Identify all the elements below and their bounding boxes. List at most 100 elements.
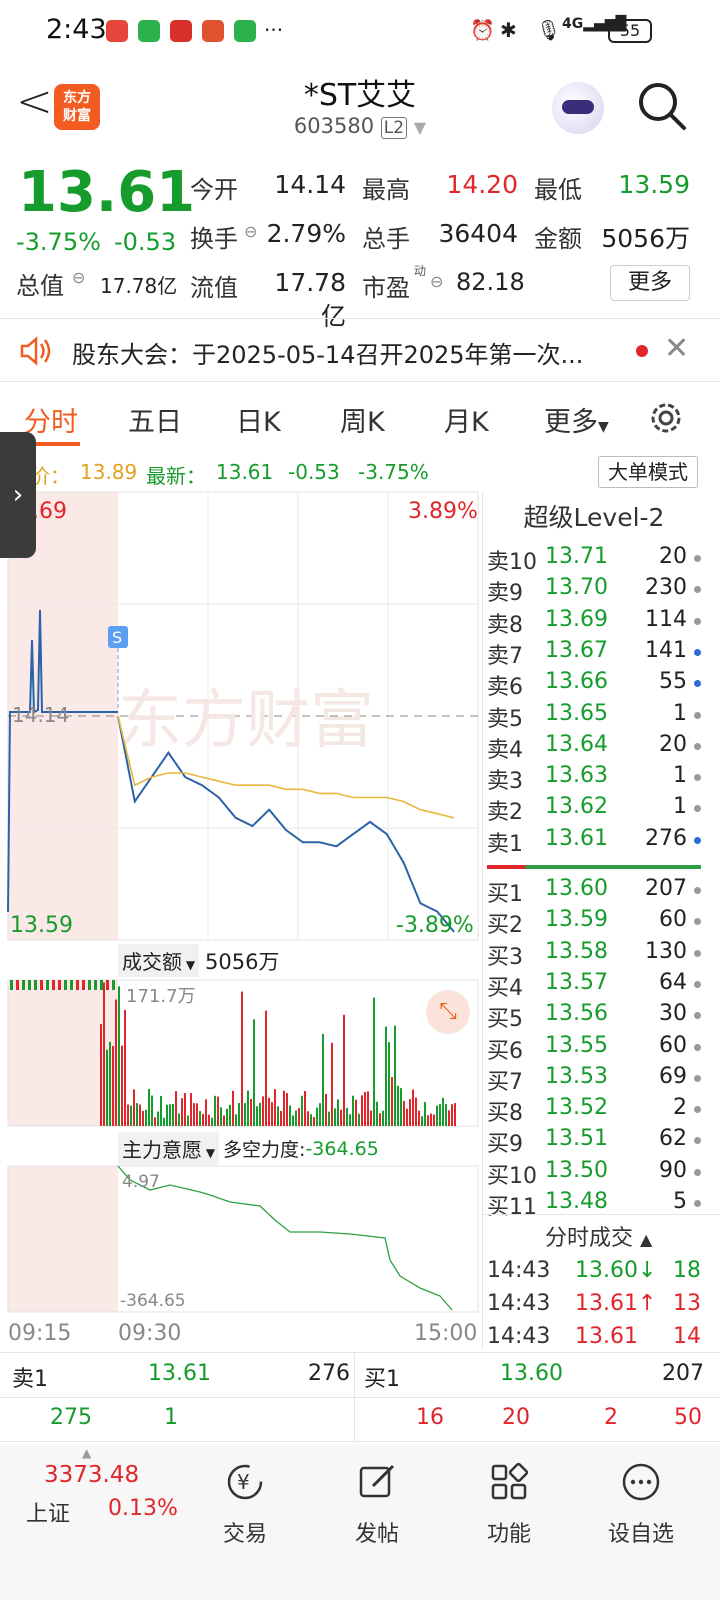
- robot-assistant-icon[interactable]: [552, 82, 604, 134]
- bid-row[interactable]: 买2 13.59 60: [483, 907, 705, 938]
- volume-bar: [199, 1111, 201, 1126]
- nav-post[interactable]: 发帖: [322, 1462, 432, 1548]
- volume-bar: [40, 980, 43, 990]
- bid-row[interactable]: 买3 13.58 130: [483, 939, 705, 970]
- current-price: 13.61: [18, 160, 196, 225]
- tab-more[interactable]: 更多▼: [544, 400, 609, 439]
- bid-row[interactable]: 买4 13.57 64: [483, 970, 705, 1001]
- tab-monthly-k[interactable]: 月K: [444, 400, 489, 439]
- bid-row[interactable]: 买1 13.60 207: [483, 876, 705, 907]
- volume-bar: [412, 1089, 414, 1126]
- volume-bar: [451, 1104, 453, 1126]
- order-volume: 20: [659, 731, 687, 757]
- bid-row[interactable]: 买8 13.52 2: [483, 1095, 705, 1126]
- ask-row[interactable]: 卖7 13.67 141: [483, 638, 705, 669]
- index-percent: 0.13%: [108, 1496, 178, 1521]
- order-level-label: 买2: [487, 913, 523, 939]
- best-bid-price: 13.60: [500, 1361, 563, 1386]
- bid-row[interactable]: 买11 13.48 5: [483, 1189, 705, 1220]
- ask-row[interactable]: 卖9 13.70 230: [483, 575, 705, 606]
- volume-bar: [232, 1090, 234, 1126]
- volume-bar: [121, 1045, 123, 1126]
- nav-label: 交易: [222, 1522, 267, 1547]
- volume-bar: [238, 1103, 240, 1126]
- bid-row[interactable]: 买7 13.53 69: [483, 1064, 705, 1095]
- info-icon[interactable]: ⊖: [72, 268, 85, 287]
- nav-functions[interactable]: 功能: [454, 1462, 564, 1548]
- order-price: 13.71: [545, 544, 608, 569]
- best-ask-label: 卖1: [12, 1367, 48, 1392]
- bid-row[interactable]: 买5 13.56 30: [483, 1001, 705, 1032]
- tab-five-day[interactable]: 五日: [128, 400, 182, 439]
- info-icon[interactable]: ⊖: [244, 222, 257, 241]
- bid-row[interactable]: 买10 13.50 90: [483, 1158, 705, 1189]
- volume-bar: [421, 1116, 423, 1126]
- ask-row[interactable]: 卖4 13.64 20: [483, 732, 705, 763]
- tab-weekly-k[interactable]: 周K: [340, 400, 385, 439]
- order-level-label: 卖6: [487, 675, 523, 701]
- ask-row[interactable]: 卖5 13.65 1: [483, 701, 705, 732]
- intraday-chart[interactable]: 东方财富 S .69 3.89% 14.14 13.59 -3.89% 171.…: [0, 490, 480, 1350]
- volume-bar: [349, 1114, 351, 1126]
- search-icon[interactable]: [636, 80, 688, 132]
- ask-row[interactable]: 卖2 13.62 1: [483, 794, 705, 825]
- info-icon[interactable]: ⊖: [430, 272, 443, 291]
- order-volume: 20: [659, 544, 687, 569]
- tab-daily-k[interactable]: 日K: [236, 400, 281, 439]
- pe-sup: 动: [414, 264, 427, 278]
- nav-trade[interactable]: ¥ 交易: [190, 1462, 300, 1548]
- axis-bottom-left: 13.59: [10, 913, 73, 938]
- volume-bar: [220, 1107, 222, 1126]
- big-order-mode-button[interactable]: 大单模式: [598, 456, 698, 488]
- order-dot-icon: [694, 617, 701, 625]
- more-button[interactable]: 更多: [610, 265, 690, 301]
- volume-bar: [418, 1110, 420, 1126]
- close-icon[interactable]: ✕: [664, 331, 689, 366]
- nav-add-watchlist[interactable]: 设自选: [586, 1462, 696, 1548]
- ask-row[interactable]: 卖1 13.61 276: [483, 826, 705, 857]
- volume-bar: [253, 1019, 255, 1126]
- volume-total: 5056万: [205, 949, 280, 974]
- ticks-title[interactable]: 分时成交 ▲: [545, 1220, 652, 1252]
- nav-label: 功能: [486, 1522, 531, 1547]
- index-ticker[interactable]: ▲ 3373.48 上证 0.13%: [0, 1444, 178, 1564]
- gear-icon[interactable]: [646, 398, 686, 438]
- bid-row[interactable]: 买9 13.51 62: [483, 1126, 705, 1157]
- level2-title: 超级Level-2: [523, 503, 665, 532]
- volume-bar: [400, 1088, 402, 1126]
- intraday-chart-panel[interactable]: 东方财富 S .69 3.89% 14.14 13.59 -3.89% 171.…: [0, 490, 480, 1350]
- volume-bar: [130, 1105, 132, 1126]
- volume-bar: [136, 1103, 138, 1126]
- ask-row[interactable]: 卖6 13.66 55: [483, 669, 705, 700]
- order-volume: 130: [645, 938, 687, 964]
- change-amount: -0.53: [114, 228, 177, 256]
- chevron-down-icon[interactable]: ▼: [414, 118, 426, 137]
- side-drawer-toggle[interactable]: ›: [0, 432, 36, 558]
- stock-code: 603580 L2 ▼: [293, 114, 427, 139]
- volume-bar: [226, 1108, 228, 1126]
- ask-row[interactable]: 卖8 13.69 114: [483, 607, 705, 638]
- volume-bar: [274, 1089, 276, 1126]
- amount-label: 金额: [534, 225, 582, 253]
- volume-bar: [52, 980, 55, 990]
- volume-selector[interactable]: 成交额 ▼: [118, 944, 200, 977]
- watermark: 东方财富: [118, 684, 374, 756]
- volume-bar: [181, 1098, 183, 1126]
- high-value: 14.20: [446, 170, 518, 199]
- l2-badge: L2: [380, 117, 408, 139]
- order-volume: 62: [659, 1126, 687, 1152]
- ask-row[interactable]: 卖10 13.71 20: [483, 544, 705, 575]
- order-level-label: 买9: [487, 1132, 523, 1158]
- chart-info-line: 价： 13.89 最新： 13.61 -0.53 -3.75% 大单模式: [0, 454, 720, 490]
- volume-bar: [310, 1114, 312, 1126]
- bluetooth-icon: ✱: [500, 18, 517, 42]
- ask-row[interactable]: 卖3 13.63 1: [483, 763, 705, 794]
- expand-icon[interactable]: ⤡: [426, 990, 470, 1034]
- bid-row[interactable]: 买6 13.55 60: [483, 1033, 705, 1064]
- app-icon: [202, 20, 224, 42]
- order-price: 13.50: [545, 1157, 608, 1183]
- indicator-selector[interactable]: 主力意愿 ▼: [118, 1132, 220, 1165]
- notice-bar[interactable]: 股东大会：于2025-05-14召开2025年第一次... ✕: [0, 318, 720, 382]
- best-quote-bar: 卖1 13.61 276 买1 13.60 207 275 1 16 20 2 …: [0, 1352, 720, 1443]
- volume-bar: [427, 1115, 429, 1126]
